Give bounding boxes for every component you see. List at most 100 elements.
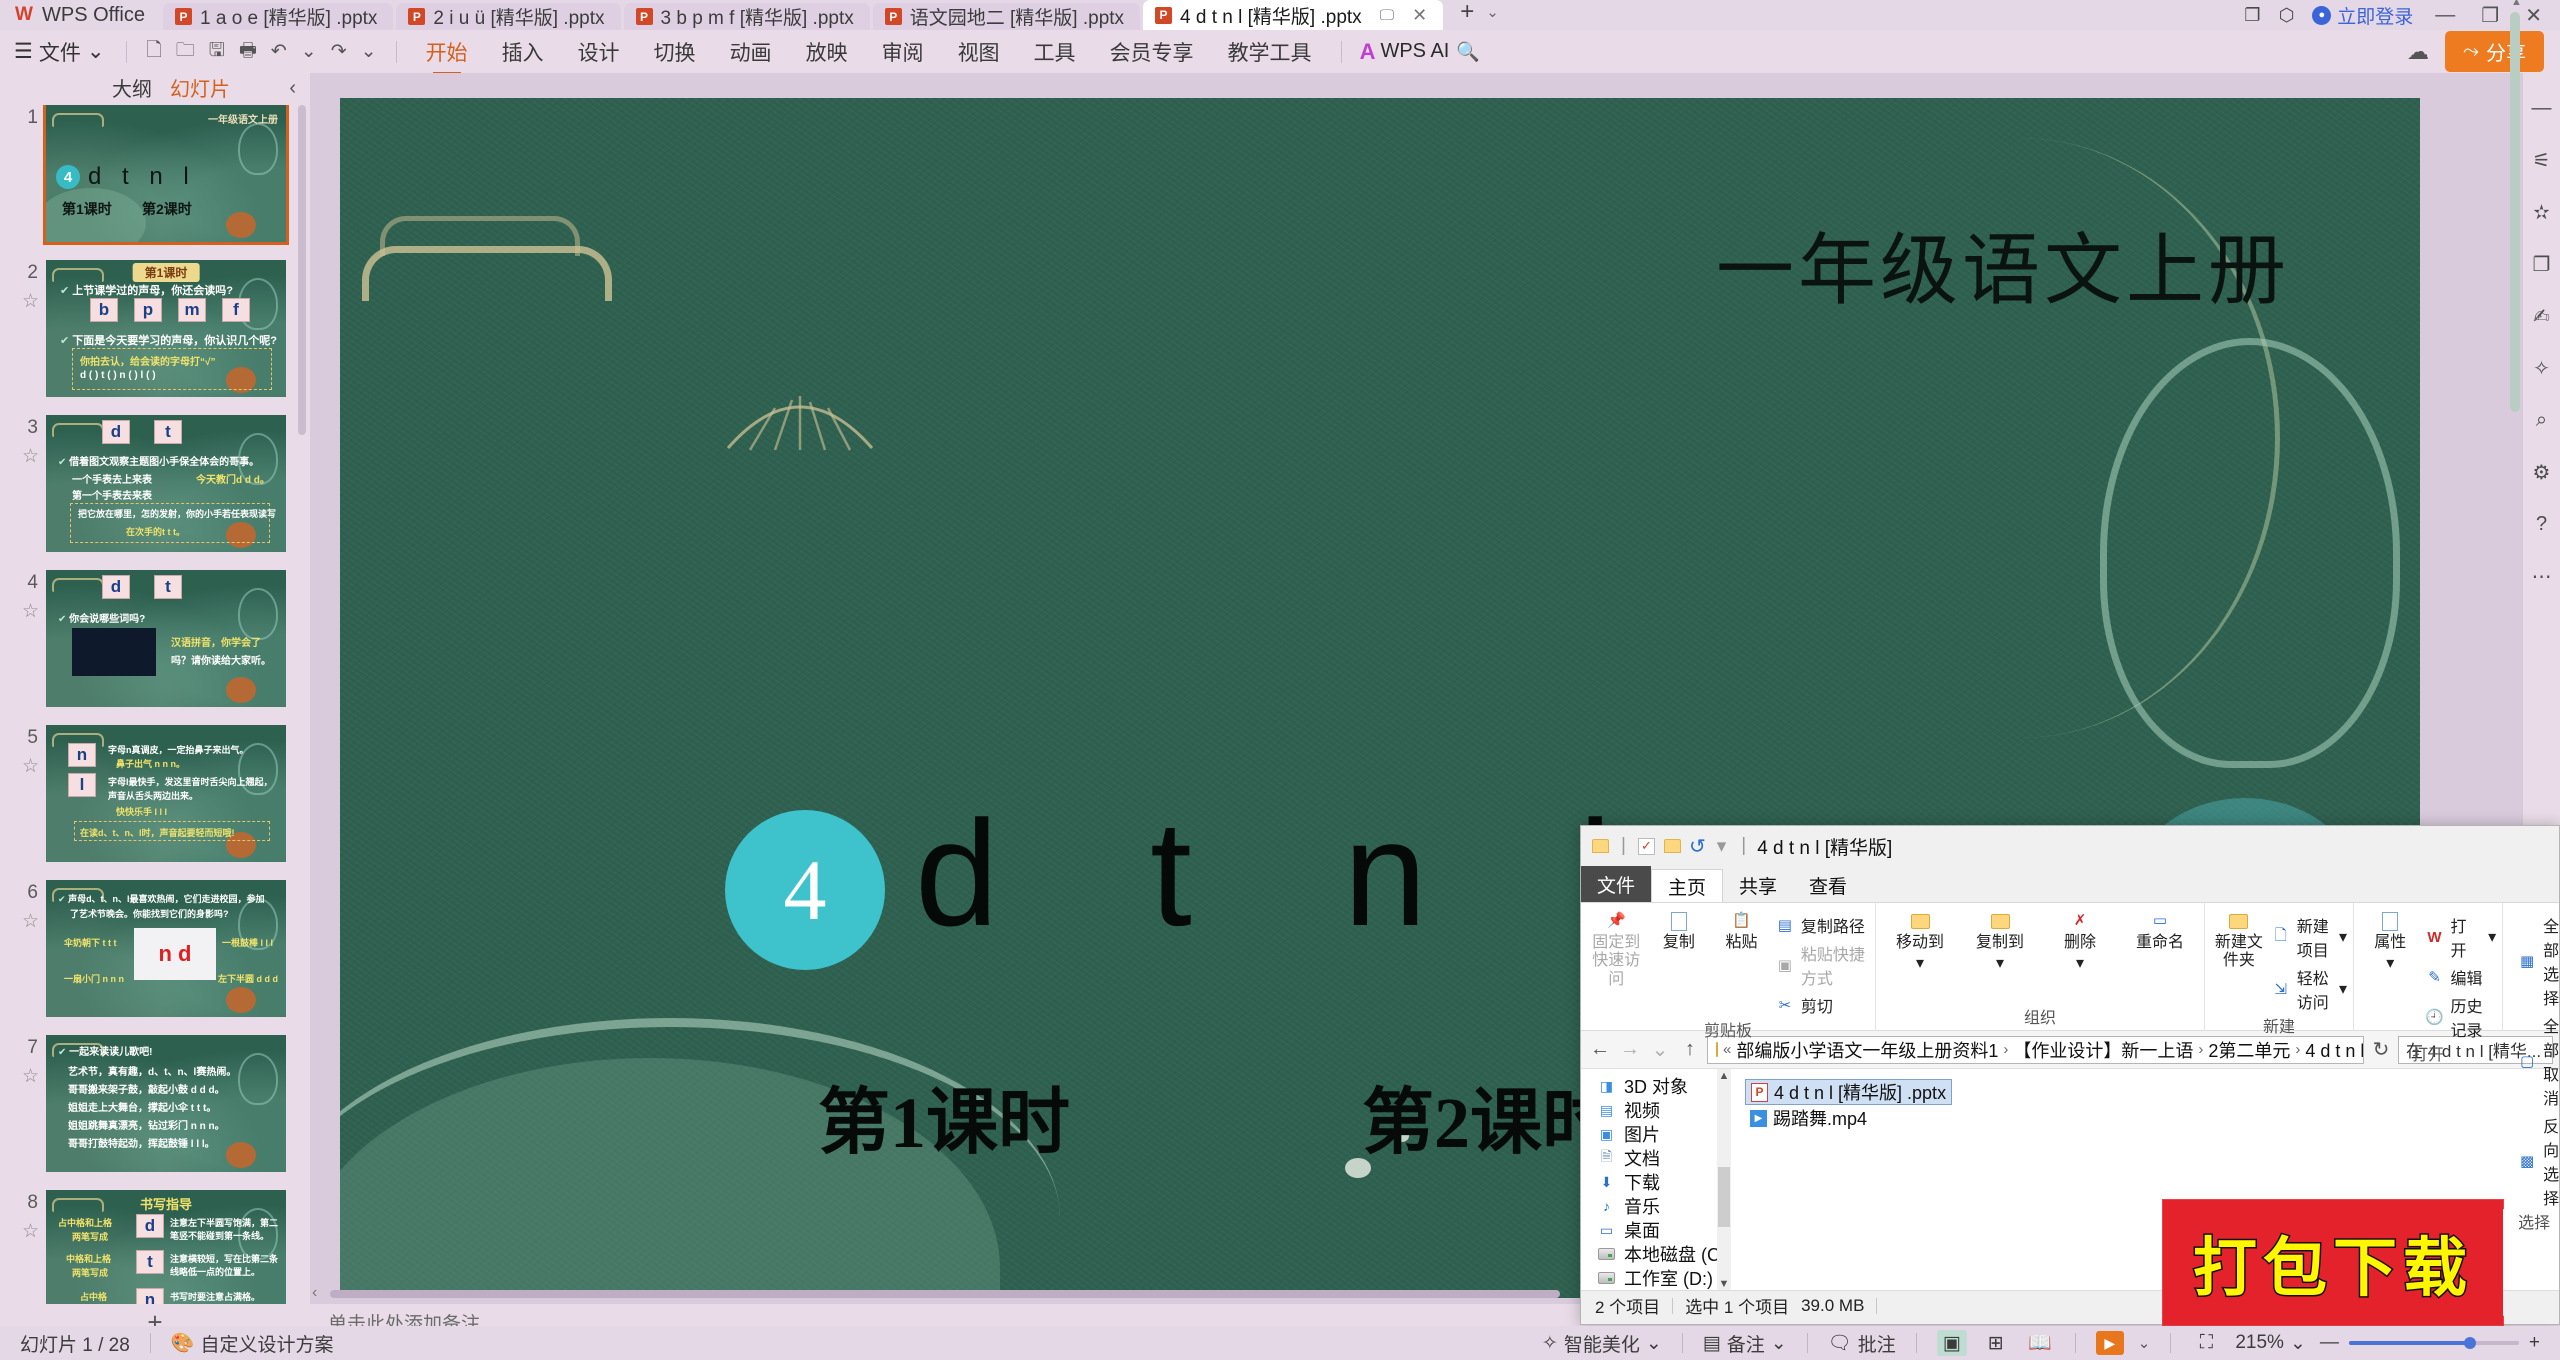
- search-icon[interactable]: 🔍: [1456, 40, 1480, 64]
- checkmark-icon[interactable]: ✓: [1637, 837, 1656, 856]
- slide-thumbnail-3[interactable]: d t ✔ 借着图文观察主题图小手保全体会的哥事。 一个手表去上来表 今天教门d…: [46, 415, 286, 552]
- edit-button[interactable]: ✎ 编辑: [2425, 965, 2497, 989]
- zoom-knob[interactable]: [2463, 1337, 2476, 1349]
- explorer-tab-share[interactable]: 共享: [1723, 869, 1793, 902]
- toolbox-icon[interactable]: ⚙: [2529, 459, 2555, 485]
- book-search-icon[interactable]: ⌕: [2529, 407, 2555, 433]
- breadcrumb-item[interactable]: 4 d t n l [精华版]: [2305, 1037, 2363, 1063]
- scroll-up-icon[interactable]: ▲: [2511, 0, 2522, 8]
- new-item-button[interactable]: 🗋 新建项目 ▾: [2271, 913, 2347, 961]
- explorer-tab-home[interactable]: 主页: [1651, 869, 1724, 902]
- nav-item-documents[interactable]: 🗎 文档: [1581, 1146, 1731, 1170]
- thumbnail-row-5[interactable]: 5 ☆ n l 字母n真调皮，一定抬鼻子来出气。 鼻子出气 n n n。 字母l…: [0, 725, 310, 862]
- zoom-track[interactable]: [2348, 1337, 2519, 1349]
- nav-item-videos[interactable]: ▤ 视频: [1581, 1098, 1731, 1122]
- breadcrumb-item[interactable]: 【作业设计】新一上语: [2013, 1037, 2193, 1063]
- multi-window-icon[interactable]: ❐: [2244, 5, 2260, 26]
- chevron-down-icon[interactable]: ⌄: [1486, 3, 1499, 21]
- document-tab-1[interactable]: P 1 a o e [精华版] .pptx: [163, 3, 394, 30]
- scrollbar-thumb[interactable]: [1718, 1167, 1730, 1227]
- scroll-left-icon[interactable]: ‹: [312, 1284, 317, 1302]
- history-button[interactable]: 🕘 历史记录: [2425, 993, 2497, 1041]
- print-preview-icon[interactable]: 🖶: [239, 36, 257, 68]
- beautify-star-icon[interactable]: ✫: [2529, 199, 2555, 225]
- view-slide-sorter-button[interactable]: ⊞: [1981, 1330, 2011, 1356]
- view-reading-button[interactable]: 📖: [2025, 1330, 2055, 1356]
- slide-lesson-1-label[interactable]: 第1课时: [818, 1063, 1070, 1168]
- favorite-star-icon[interactable]: ☆: [22, 1220, 39, 1243]
- maximize-button[interactable]: ❐: [2477, 3, 2503, 28]
- ribbon-tab-start[interactable]: 开始: [411, 33, 483, 71]
- explorer-tab-file[interactable]: 文件: [1581, 866, 1652, 902]
- file-list-item[interactable]: P 4 d t n l [精华版] .pptx: [1745, 1079, 1953, 1105]
- slide-thumbnail-6[interactable]: ✔ 声母d、t、n、l最喜欢热闹，它们走进校园，参加 了艺术节晚会。你能找到它们…: [46, 880, 286, 1017]
- redo-icon[interactable]: ↷: [331, 40, 347, 63]
- scrollbar-thumb[interactable]: [2510, 12, 2520, 412]
- undo-icon[interactable]: ↺: [1689, 834, 1706, 859]
- copy-to-button[interactable]: 复制到 ▾: [1962, 907, 2038, 974]
- properties-button[interactable]: 属性 ▾: [2360, 907, 2420, 974]
- favorite-star-icon[interactable]: ☆: [22, 910, 39, 933]
- close-window-button[interactable]: ✕: [2521, 3, 2546, 28]
- ribbon-tab-slideshow[interactable]: 放映: [791, 33, 863, 71]
- zoom-level[interactable]: 215% ⌄: [2235, 1332, 2306, 1355]
- thumbnail-row-6[interactable]: 6 ☆ ✔ 声母d、t、n、l最喜欢热闹，它们走进校园，参加 了艺术节晚会。你能…: [0, 880, 310, 1017]
- caret-down-icon[interactable]: ▾: [1717, 835, 1727, 858]
- close-tab-icon[interactable]: ✕: [1412, 5, 1427, 26]
- move-to-button[interactable]: 移动到 ▾: [1882, 907, 1958, 974]
- ribbon-tab-review[interactable]: 审阅: [867, 33, 939, 71]
- login-button[interactable]: ● 立即登录: [2312, 2, 2413, 29]
- ribbon-tab-teaching[interactable]: 教学工具: [1213, 33, 1327, 71]
- design-scheme-button[interactable]: 🎨 自定义设计方案: [171, 1330, 334, 1357]
- notes-button[interactable]: ▤ 备注 ⌄: [1703, 1330, 1787, 1357]
- tab-slides[interactable]: 幻灯片: [170, 73, 230, 108]
- ribbon-tab-design[interactable]: 设计: [563, 33, 635, 71]
- slide-thumbnail-1[interactable]: 一年级语文上册 4 d t n l 第1课时 第2课时: [43, 105, 289, 245]
- scroll-down-icon[interactable]: ▼: [1717, 1277, 1731, 1290]
- paste-button[interactable]: 📋 粘贴: [1712, 907, 1771, 952]
- wps-ai-button[interactable]: A WPS AI: [1360, 39, 1450, 65]
- file-list-item[interactable]: ▶ 踢踏舞.mp4: [1745, 1105, 1872, 1131]
- file-menu-button[interactable]: ☰ 文件 ⌄: [14, 37, 114, 67]
- ribbon-tab-member[interactable]: 会员专享: [1095, 33, 1209, 71]
- nav-item-3d-objects[interactable]: ◨ 3D 对象: [1581, 1074, 1731, 1098]
- start-slideshow-button[interactable]: ▶: [2095, 1331, 2124, 1355]
- cloud-upload-icon[interactable]: ☁: [2407, 39, 2429, 65]
- slide-thumbnail-7[interactable]: ✔ 一起来读读儿歌吧! 艺术节，真有趣，d、t、n、l赛热闹。 哥哥搬来架子鼓，…: [46, 1035, 286, 1172]
- collapse-panel-icon[interactable]: ‹: [289, 77, 296, 100]
- slide-thumbnail-2[interactable]: 第1课时 ✔ 上节课学过的声母，你还会读吗? b p m f ✔ 下面是今天要学…: [46, 260, 286, 397]
- ribbon-tab-animation[interactable]: 动画: [715, 33, 787, 71]
- favorite-star-icon[interactable]: ☆: [22, 755, 39, 778]
- thumbnail-row-7[interactable]: 7 ☆ ✔ 一起来读读儿歌吧! 艺术节，真有趣，d、t、n、l赛热闹。 哥哥搬来…: [0, 1035, 310, 1172]
- select-all-button[interactable]: ▦ 全部选择: [2517, 913, 2559, 1009]
- thumbnail-row-2[interactable]: 2 ☆ 第1课时 ✔ 上节课学过的声母，你还会读吗? b p m f ✔ 下面是…: [0, 260, 310, 397]
- smart-beautify-button[interactable]: ✧ 智能美化 ⌄: [1542, 1330, 1662, 1357]
- breadcrumb-item[interactable]: 2第二单元: [2208, 1037, 2290, 1063]
- slide-thumbnail-5[interactable]: n l 字母n真调皮，一定抬鼻子来出气。 鼻子出气 n n n。 字母l最快手，…: [46, 725, 286, 862]
- fit-to-window-button[interactable]: ⛶: [2191, 1330, 2221, 1356]
- favorite-star-icon[interactable]: ☆: [22, 445, 39, 468]
- scrollbar-thumb[interactable]: [330, 1290, 1560, 1298]
- save-icon[interactable]: 🖫: [209, 36, 225, 68]
- ribbon-tab-view[interactable]: 视图: [943, 33, 1015, 71]
- thumbnail-row-3[interactable]: 3 ☆ d t ✔ 借着图文观察主题图小手保全体会的哥事。 一个手表去上来表 今…: [0, 415, 310, 552]
- slide-main-letters[interactable]: d t n l: [915, 798, 1667, 948]
- hand-texture-icon[interactable]: ✍: [2529, 303, 2555, 329]
- minimize-button[interactable]: —: [2431, 4, 2459, 27]
- help-icon[interactable]: ?: [2529, 511, 2555, 537]
- new-file-icon[interactable]: 🗋: [146, 36, 161, 68]
- nav-item-desktop[interactable]: ▭ 桌面: [1581, 1218, 1731, 1242]
- ribbon-tab-insert[interactable]: 插入: [487, 33, 559, 71]
- cube-3d-icon[interactable]: ⬡: [2279, 5, 2295, 26]
- zoom-slider[interactable]: — +: [2320, 1332, 2540, 1354]
- view-normal-button[interactable]: ▣: [1936, 1330, 1967, 1356]
- thumbnail-row-1[interactable]: 1 一年级语文上册 4 d t n l 第1课时 第2课时: [0, 105, 310, 245]
- editor-vertical-scrollbar[interactable]: ▲: [2510, 0, 2522, 496]
- collapse-rail-icon[interactable]: —: [2529, 95, 2555, 121]
- chevron-down-icon[interactable]: ⌄: [301, 40, 317, 63]
- easy-access-button[interactable]: ⇲ 轻松访问 ▾: [2271, 965, 2347, 1013]
- nav-item-local-disk-c[interactable]: 本地磁盘 (C:): [1581, 1242, 1731, 1266]
- nav-item-downloads[interactable]: ⬇ 下载: [1581, 1170, 1731, 1194]
- favorite-star-icon[interactable]: ☆: [22, 1065, 39, 1088]
- document-tab-3[interactable]: P 3 b p m f [精华版] .pptx: [623, 3, 870, 30]
